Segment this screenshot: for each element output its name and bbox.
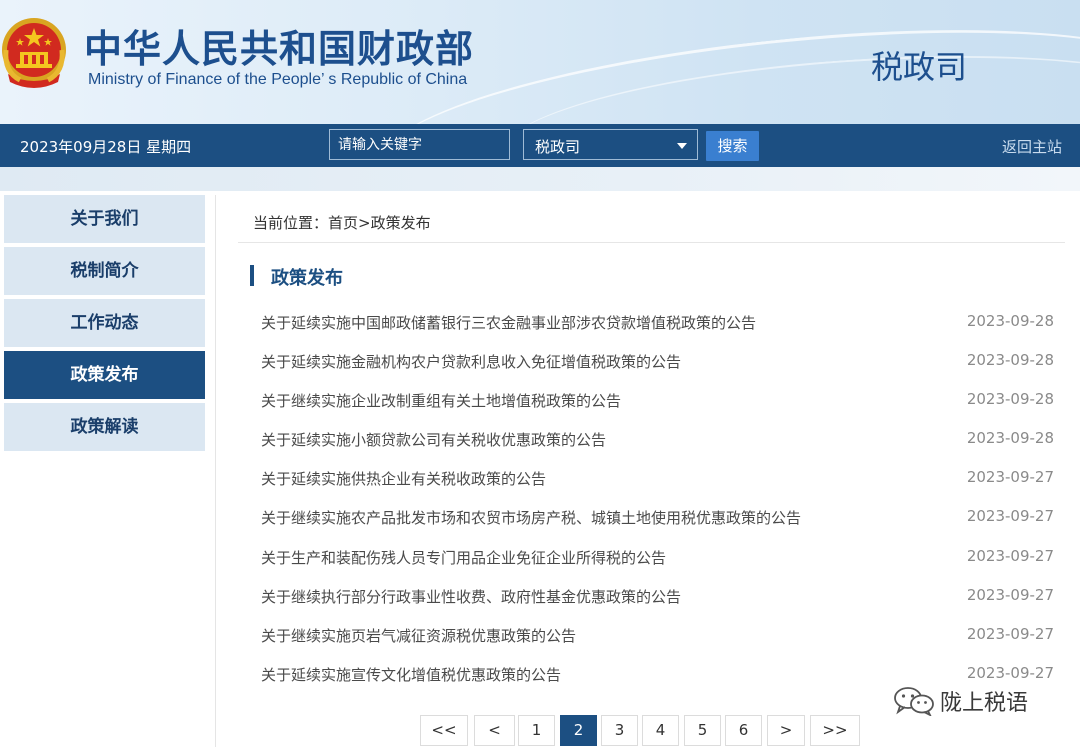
list-item[interactable]: 关于生产和装配伤残人员专门用品企业免征企业所得税的公告 2023-09-27 [261, 547, 1056, 586]
site-header: 中华人民共和国财政部 Ministry of Finance of the Pe… [0, 0, 1080, 124]
wechat-icon [894, 687, 934, 716]
page-button-5[interactable]: 5 [684, 715, 721, 746]
search-scope-select[interactable]: 税政司 [523, 129, 698, 160]
breadcrumb-divider [238, 242, 1065, 243]
back-home-link[interactable]: 返回主站 [1002, 136, 1062, 157]
article-date: 2023-09-27 [966, 468, 1054, 487]
list-item[interactable]: 关于继续实施企业改制重组有关土地增值税政策的公告 2023-09-28 [261, 390, 1056, 429]
article-date: 2023-09-27 [966, 546, 1054, 565]
sidebar-nav: 关于我们 税制简介 工作动态 政策发布 政策解读 [4, 195, 205, 455]
department-name: 税政司 [871, 48, 968, 86]
chevron-down-icon [677, 143, 687, 149]
article-date: 2023-09-27 [966, 585, 1054, 604]
article-date: 2023-09-28 [966, 390, 1054, 409]
prev-page-button[interactable]: < [474, 715, 515, 746]
last-page-button[interactable]: >> [810, 715, 860, 746]
next-page-button[interactable]: > [767, 715, 805, 746]
breadcrumb: 当前位置：首页>政策发布 [253, 214, 431, 232]
search-input[interactable] [329, 129, 510, 160]
sidebar-divider [215, 195, 216, 747]
article-title[interactable]: 关于继续实施页岩气减征资源税优惠政策的公告 [261, 625, 576, 646]
article-date: 2023-09-27 [966, 624, 1054, 643]
article-title[interactable]: 关于继续实施农产品批发市场和农贸市场房产税、城镇土地使用税优惠政策的公告 [261, 507, 801, 528]
article-date: 2023-09-27 [966, 663, 1054, 682]
list-item[interactable]: 关于继续实施农产品批发市场和农贸市场房产税、城镇土地使用税优惠政策的公告 202… [261, 507, 1056, 546]
list-item[interactable]: 关于继续执行部分行政事业性收费、政府性基金优惠政策的公告 2023-09-27 [261, 586, 1056, 625]
page-button-4[interactable]: 4 [642, 715, 679, 746]
search-button[interactable]: 搜索 [706, 131, 759, 161]
article-title[interactable]: 关于延续实施宣传文化增值税优惠政策的公告 [261, 664, 561, 685]
section-title: 政策发布 [271, 268, 343, 289]
list-item[interactable]: 关于继续实施页岩气减征资源税优惠政策的公告 2023-09-27 [261, 625, 1056, 664]
site-title-english: Ministry of Finance of the People’ s Rep… [88, 71, 468, 88]
article-title[interactable]: 关于延续实施供热企业有关税收政策的公告 [261, 468, 546, 489]
sidebar-item-tax-system[interactable]: 税制简介 [4, 247, 205, 295]
article-title[interactable]: 关于继续实施企业改制重组有关土地增值税政策的公告 [261, 390, 621, 411]
page-button-3[interactable]: 3 [601, 715, 638, 746]
sidebar-item-work-news[interactable]: 工作动态 [4, 299, 205, 347]
article-date: 2023-09-28 [966, 312, 1054, 330]
first-page-button[interactable]: << [420, 715, 468, 746]
site-title: 中华人民共和国财政部 [84, 27, 475, 71]
article-title[interactable]: 关于生产和装配伤残人员专门用品企业免征企业所得税的公告 [261, 547, 666, 568]
article-title[interactable]: 关于延续实施中国邮政储蓄银行三农金融事业部涉农贷款增值税政策的公告 [261, 312, 756, 333]
top-navbar: 2023年09月28日 星期四 税政司 搜索 返回主站 [0, 124, 1080, 167]
page-button-2[interactable]: 2 [560, 715, 597, 746]
sidebar-item-policy-interpretation[interactable]: 政策解读 [4, 403, 205, 451]
page-button-1[interactable]: 1 [518, 715, 555, 746]
article-date: 2023-09-28 [966, 351, 1054, 370]
current-date: 2023年09月28日 星期四 [20, 138, 192, 156]
list-item[interactable]: 关于延续实施金融机构农户贷款利息收入免征增值税政策的公告 2023-09-28 [261, 351, 1056, 390]
list-item[interactable]: 关于延续实施小额贷款公司有关税收优惠政策的公告 2023-09-28 [261, 429, 1056, 468]
article-title[interactable]: 关于继续执行部分行政事业性收费、政府性基金优惠政策的公告 [261, 586, 681, 607]
article-date: 2023-09-27 [966, 507, 1054, 526]
watermark-text: 陇上税语 [940, 691, 1029, 716]
search-scope-value: 税政司 [535, 138, 581, 156]
article-date: 2023-09-28 [966, 429, 1054, 448]
section-marker [250, 265, 254, 286]
article-list: 关于延续实施中国邮政储蓄银行三农金融事业部涉农贷款增值税政策的公告 2023-0… [261, 312, 1056, 703]
header-band [0, 167, 1080, 191]
sidebar-item-policy-release[interactable]: 政策发布 [4, 351, 205, 399]
list-item[interactable]: 关于延续实施中国邮政储蓄银行三农金融事业部涉农贷款增值税政策的公告 2023-0… [261, 312, 1056, 351]
national-emblem-icon[interactable] [0, 14, 68, 90]
page-button-6[interactable]: 6 [725, 715, 762, 746]
watermark: 陇上税语 [892, 684, 1052, 716]
list-item[interactable]: 关于延续实施供热企业有关税收政策的公告 2023-09-27 [261, 468, 1056, 507]
article-title[interactable]: 关于延续实施金融机构农户贷款利息收入免征增值税政策的公告 [261, 351, 681, 372]
article-title[interactable]: 关于延续实施小额贷款公司有关税收优惠政策的公告 [261, 429, 606, 450]
sidebar-item-about[interactable]: 关于我们 [4, 195, 205, 243]
